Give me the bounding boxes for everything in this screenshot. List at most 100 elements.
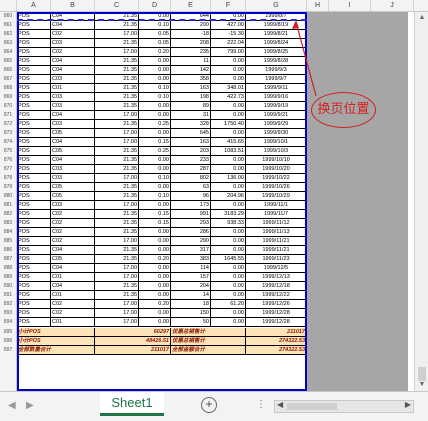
column-header-a[interactable]: A — [17, 0, 51, 11]
row-header[interactable]: 889 — [0, 273, 16, 282]
cell-b[interactable]: C03 — [51, 120, 95, 129]
summary-value1[interactable]: 60297 — [95, 328, 171, 337]
cell-c[interactable]: 17.00 — [95, 273, 139, 282]
row-header[interactable]: 882 — [0, 210, 16, 219]
cell-e[interactable]: 204 — [171, 282, 211, 291]
row-header[interactable]: 864 — [0, 48, 16, 57]
cell-e[interactable]: 233 — [171, 156, 211, 165]
row-header[interactable]: 865 — [0, 57, 16, 66]
cell-f[interactable]: 0.00 — [211, 309, 246, 318]
cell-e[interactable]: 31 — [171, 111, 211, 120]
cell-c[interactable]: 21.35 — [95, 165, 139, 174]
cell-f[interactable]: 61.20 — [211, 300, 246, 309]
summary-label[interactable]: 小计POS — [17, 337, 95, 346]
column-header-g[interactable]: G — [246, 0, 307, 11]
cell-e[interactable]: 317 — [171, 246, 211, 255]
summary-label2[interactable]: 优惠总销售计 — [171, 337, 246, 346]
cell-c[interactable]: 21.35 — [95, 192, 139, 201]
cell-f[interactable]: 0.00 — [211, 246, 246, 255]
cell-e[interactable]: 14 — [171, 291, 211, 300]
cell-f[interactable]: 0.00 — [211, 237, 246, 246]
cell-e[interactable]: 89 — [171, 102, 211, 111]
cell-d[interactable]: 0.00 — [139, 129, 171, 138]
cell-d[interactable]: 0.15 — [139, 138, 171, 147]
cell-e[interactable]: 287 — [171, 165, 211, 174]
cell-g[interactable]: 1999/11/1 — [246, 201, 307, 210]
cell-g[interactable]: 1999/9/29 — [246, 120, 307, 129]
cell-f[interactable]: 0.00 — [211, 111, 246, 120]
row-header[interactable]: 893 — [0, 309, 16, 318]
cell-e[interactable]: 142 — [171, 66, 211, 75]
cell-f[interactable]: 0.00 — [211, 291, 246, 300]
cell-a[interactable]: POS — [17, 228, 51, 237]
row-header[interactable]: 883 — [0, 219, 16, 228]
cell-g[interactable]: 1999/11/23 — [246, 255, 307, 264]
cell-c[interactable]: 17.00 — [95, 264, 139, 273]
cell-d[interactable]: 0.20 — [139, 300, 171, 309]
cell-f[interactable]: 0.00 — [211, 273, 246, 282]
cell-d[interactable]: 0.00 — [139, 201, 171, 210]
row-header[interactable]: 880 — [0, 192, 16, 201]
cell-a[interactable]: POS — [17, 30, 51, 39]
cell-c[interactable]: 21.35 — [95, 291, 139, 300]
summary-label2[interactable]: 全部金额合计 — [171, 346, 246, 355]
cell-b[interactable]: C04 — [51, 138, 95, 147]
cell-a[interactable]: POS — [17, 66, 51, 75]
cell-d[interactable]: 0.20 — [139, 255, 171, 264]
row-header[interactable]: 892 — [0, 300, 16, 309]
cell-f[interactable]: 0.00 — [211, 57, 246, 66]
row-header[interactable]: 861 — [0, 21, 16, 30]
cell-b[interactable]: C03 — [51, 93, 95, 102]
cell-a[interactable]: POS — [17, 210, 51, 219]
cell-e[interactable]: 383 — [171, 255, 211, 264]
cell-d[interactable]: 0.00 — [139, 246, 171, 255]
cell-d[interactable]: 0.20 — [139, 48, 171, 57]
cell-a[interactable]: POS — [17, 138, 51, 147]
cell-c[interactable]: 17.00 — [95, 111, 139, 120]
summary-label[interactable]: 全部数量合计 — [17, 346, 95, 355]
cell-c[interactable]: 21.35 — [95, 102, 139, 111]
cell-f[interactable]: 0.00 — [211, 102, 246, 111]
cell-g[interactable]: 1999/8/19 — [246, 21, 307, 30]
cell-c[interactable]: 17.00 — [95, 30, 139, 39]
cell-e[interactable]: 358 — [171, 75, 211, 84]
summary-value1[interactable]: 48426.51 — [95, 337, 171, 346]
cell-a[interactable]: POS — [17, 219, 51, 228]
cell-a[interactable]: POS — [17, 93, 51, 102]
cell-c[interactable]: 21.35 — [95, 75, 139, 84]
cell-a[interactable]: POS — [17, 201, 51, 210]
cell-f[interactable]: 422.73 — [211, 93, 246, 102]
cell-a[interactable]: POS — [17, 282, 51, 291]
cell-b[interactable]: C03 — [51, 174, 95, 183]
row-header[interactable]: 896 — [0, 337, 16, 346]
cell-g[interactable]: 1999/11/21 — [246, 246, 307, 255]
summary-value1[interactable]: 211017 — [95, 346, 171, 355]
cell-g[interactable]: 1999/12/22 — [246, 291, 307, 300]
cell-b[interactable]: C02 — [51, 237, 95, 246]
cell-d[interactable]: 0.00 — [139, 111, 171, 120]
cell-b[interactable]: C04 — [51, 66, 95, 75]
row-header[interactable]: 895 — [0, 328, 16, 337]
cell-e[interactable]: 290 — [171, 237, 211, 246]
cell-c[interactable]: 17.00 — [95, 138, 139, 147]
cell-e[interactable]: 150 — [171, 309, 211, 318]
cell-g[interactable]: 1999/12/26 — [246, 300, 307, 309]
cell-e[interactable]: 235 — [171, 48, 211, 57]
cell-g[interactable]: 1999/12/18 — [246, 282, 307, 291]
row-header[interactable]: 879 — [0, 183, 16, 192]
cell-a[interactable]: POS — [17, 300, 51, 309]
cell-c[interactable]: 21.35 — [95, 246, 139, 255]
cell-e[interactable]: 203 — [171, 147, 211, 156]
row-header[interactable]: 870 — [0, 102, 16, 111]
cell-a[interactable]: POS — [17, 39, 51, 48]
cell-e[interactable]: 198 — [171, 93, 211, 102]
cell-c[interactable]: 21.35 — [95, 39, 139, 48]
cell-b[interactable]: C05 — [51, 192, 95, 201]
scroll-right-icon[interactable]: ▶ — [405, 400, 411, 409]
cell-b[interactable]: C05 — [51, 147, 95, 156]
cell-g[interactable]: 1999/9/16 — [246, 93, 307, 102]
cell-a[interactable]: POS — [17, 264, 51, 273]
row-header[interactable]: 897 — [0, 346, 16, 355]
cell-b[interactable]: C04 — [51, 264, 95, 273]
cell-g[interactable]: 1999/12/28 — [246, 318, 307, 327]
